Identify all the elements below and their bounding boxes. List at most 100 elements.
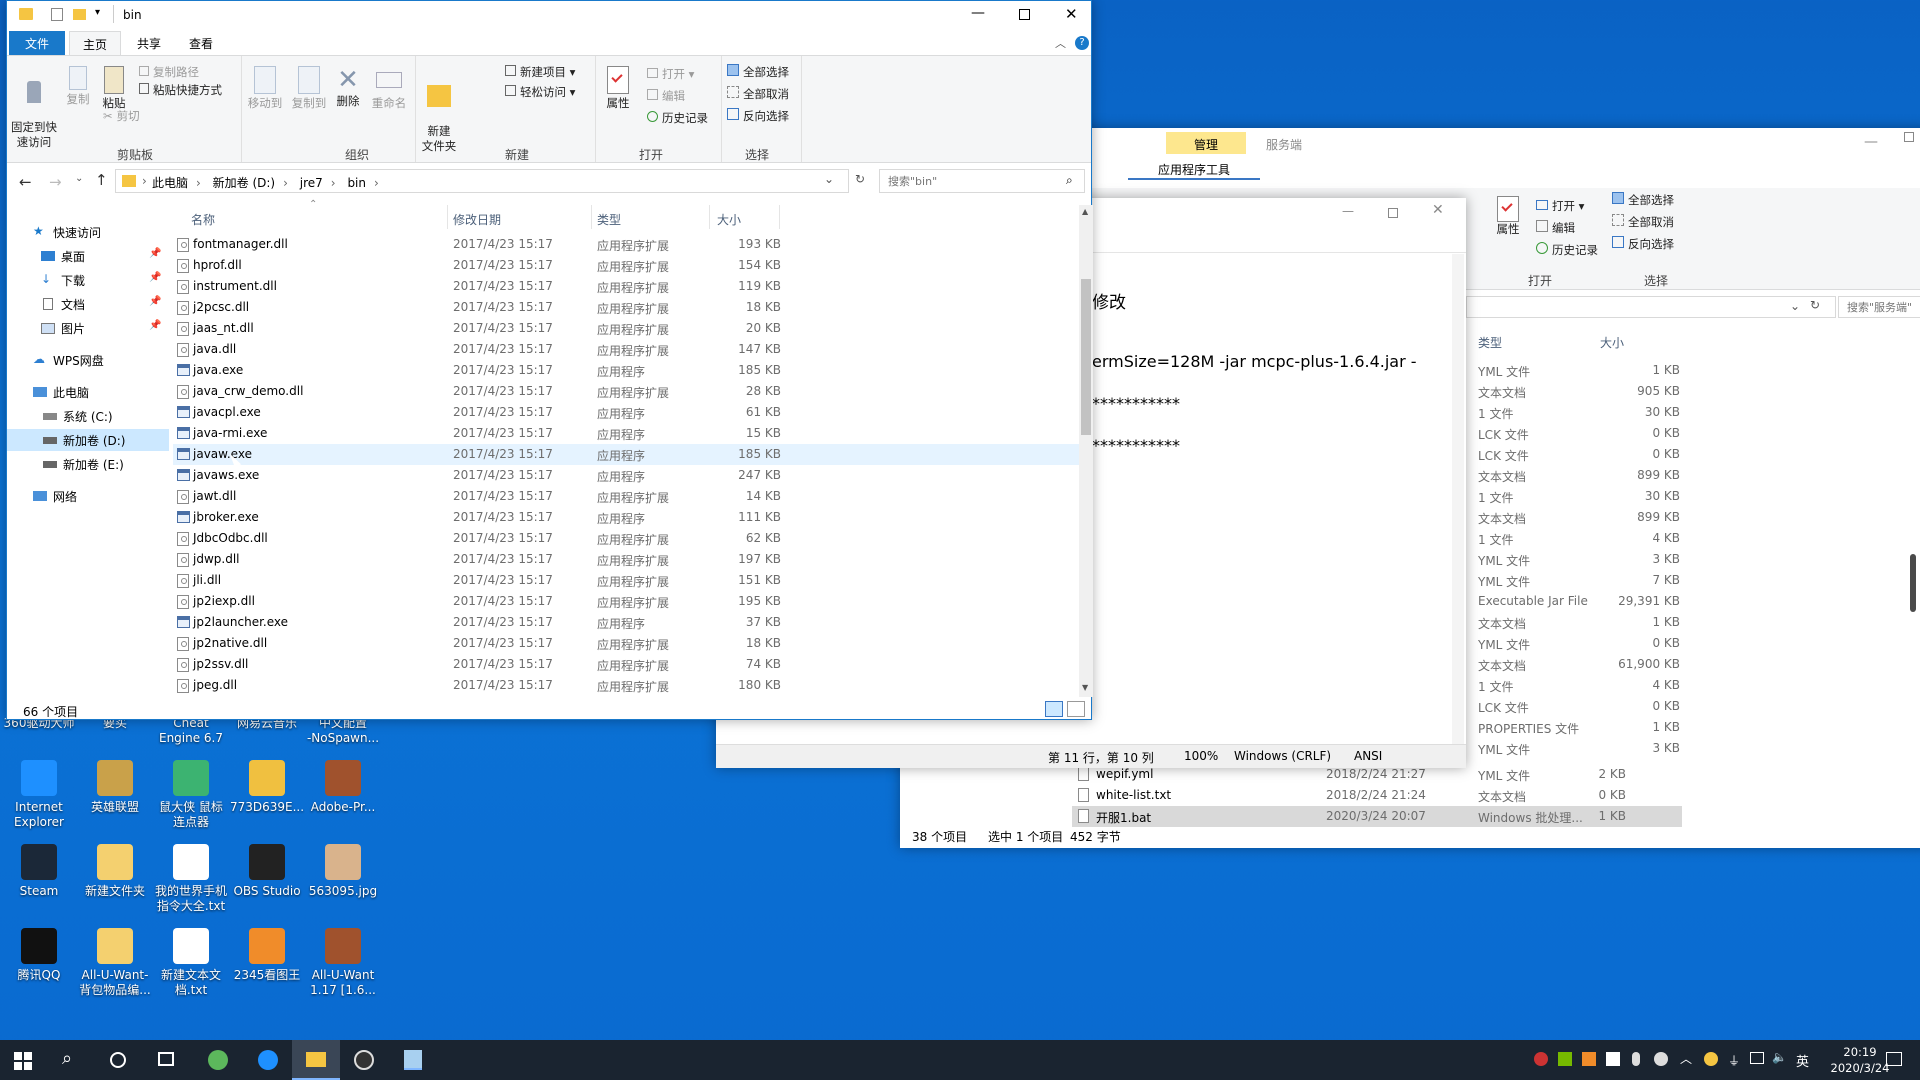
back-file-row[interactable]: 文本文档 1 KB <box>1470 612 1680 633</box>
tray-wechat-icon[interactable] <box>1704 1052 1718 1066</box>
address-bar[interactable]: › 此电脑 › 新加卷 (D:) › jre7 › bin › ⌄ <box>115 169 849 193</box>
rename-button[interactable]: 重命名 <box>369 66 409 111</box>
file-row[interactable]: jaas_nt.dll 2017/4/23 15:17 应用程序扩展 20 KB <box>173 318 1083 339</box>
nav-c-drive[interactable]: 系统 (C:) <box>7 405 169 427</box>
back-minimize-button[interactable]: — <box>1864 134 1878 150</box>
back-file-row[interactable]: 文本文档 899 KB <box>1470 507 1680 528</box>
desktop-icon[interactable]: Steam <box>0 844 78 899</box>
file-row[interactable]: jbroker.exe 2017/4/23 15:17 应用程序 111 KB <box>173 507 1083 528</box>
scrollbar-thumb[interactable] <box>1081 279 1091 435</box>
back-file-row[interactable]: YML 文件 3 KB <box>1470 738 1680 759</box>
move-to-button[interactable]: 移动到 <box>245 66 285 111</box>
back-properties-button[interactable]: 属性 <box>1490 196 1526 237</box>
forward-arrow-icon[interactable]: → <box>49 173 62 191</box>
back-address-dropdown-icon[interactable]: ⌄ <box>1790 299 1800 313</box>
file-row[interactable]: java.exe 2017/4/23 15:17 应用程序 185 KB <box>173 360 1083 381</box>
back-invert-button[interactable]: 反向选择 <box>1612 236 1674 252</box>
history-button[interactable]: 历史记录 <box>647 110 708 126</box>
desktop-icon[interactable]: 773D639E... <box>228 760 306 815</box>
desktop-icon-label[interactable]: Cheat Engine 6.7 <box>152 716 230 746</box>
file-row[interactable]: java_crw_demo.dll 2017/4/23 15:17 应用程序扩展 28… <box>173 381 1083 402</box>
up-arrow-icon[interactable]: ↑ <box>95 171 108 189</box>
notepad-maximize-button[interactable] <box>1388 208 1398 218</box>
pin-quick-access-button[interactable]: 固定到快 速访问 <box>11 66 57 150</box>
desktop-icon[interactable]: 英雄联盟 <box>76 760 154 815</box>
back-file-row[interactable]: 文本文档 905 KB <box>1470 381 1680 402</box>
nav-documents[interactable]: 文档 📌 <box>7 293 169 315</box>
front-explorer-window[interactable]: ▾ bin — ✕ 文件 主页 共享 查看 ︿ ? 固定到快 速访问 复制 粘贴… <box>6 0 1093 720</box>
select-none-button[interactable]: 全部取消 <box>727 86 789 102</box>
copy-to-button[interactable]: 复制到 <box>289 66 329 111</box>
start-windows-icon[interactable] <box>14 1052 32 1070</box>
column-size[interactable]: 大小 <box>717 211 741 228</box>
taskbar-obs-icon[interactable] <box>354 1050 374 1070</box>
nav-quick-access[interactable]: ★ 快速访问 <box>7 221 169 243</box>
back-file-row[interactable]: Executable Jar File 29,391 KB <box>1470 591 1680 612</box>
back-file-row[interactable]: 1 文件 4 KB <box>1470 528 1680 549</box>
paste-shortcut-button[interactable]: 粘贴快捷方式 <box>139 82 222 98</box>
back-scrollbar-thumb[interactable] <box>1910 554 1916 612</box>
tray-app-icon[interactable] <box>1582 1052 1596 1066</box>
scroll-down-icon[interactable]: ▼ <box>1082 683 1088 692</box>
new-folder-button[interactable]: 新建 文件夹 <box>419 66 459 154</box>
tray-gpu-icon[interactable] <box>1558 1052 1572 1066</box>
file-row[interactable]: jp2launcher.exe 2017/4/23 15:17 应用程序 37 KB <box>173 612 1083 633</box>
tray-ime-indicator[interactable]: 英 <box>1796 1051 1809 1070</box>
back-edit-button[interactable]: 编辑 <box>1536 220 1575 236</box>
taskbar-notepad-icon[interactable] <box>404 1050 422 1070</box>
back-file-row[interactable]: 文本文档 899 KB <box>1470 465 1680 486</box>
tray-usb-icon[interactable]: ⏚ <box>1728 1052 1740 1069</box>
back-file-row[interactable]: LCK 文件 0 KB <box>1470 444 1680 465</box>
file-row[interactable]: hprof.dll 2017/4/23 15:17 应用程序扩展 154 KB <box>173 255 1083 276</box>
search-input[interactable] <box>888 171 1058 191</box>
desktop-icon[interactable]: 腾讯QQ <box>0 928 78 983</box>
file-row[interactable]: javacpl.exe 2017/4/23 15:17 应用程序 61 KB <box>173 402 1083 423</box>
back-file-row[interactable]: PROPERTIES 文件 1 KB <box>1470 717 1680 738</box>
file-row[interactable]: jp2iexp.dll 2017/4/23 15:17 应用程序扩展 195 KB <box>173 591 1083 612</box>
back-col-type[interactable]: 类型 <box>1478 334 1502 351</box>
minimize-button[interactable]: — <box>971 5 985 21</box>
desktop-icon[interactable]: Adobe-Pr... <box>304 760 382 815</box>
tray-network-icon[interactable] <box>1750 1052 1764 1064</box>
back-open-button[interactable]: 打开 ▾ <box>1536 198 1584 214</box>
desktop-icon[interactable]: 我的世界手机 指令大全.txt <box>152 844 230 914</box>
tray-steam-icon[interactable] <box>1654 1052 1668 1066</box>
tab-file[interactable]: 文件 <box>9 31 65 55</box>
back-file-row[interactable]: LCK 文件 0 KB <box>1470 696 1680 717</box>
file-row[interactable]: jp2native.dll 2017/4/23 15:17 应用程序扩展 18 KB <box>173 633 1083 654</box>
back-file-row[interactable]: LCK 文件 0 KB <box>1470 423 1680 444</box>
desktop-icon[interactable]: 新建文件夹 <box>76 844 154 899</box>
desktop-icon[interactable]: Internet Explorer <box>0 760 78 830</box>
desktop-icon[interactable]: 鼠大侠 鼠标 连点器 <box>152 760 230 830</box>
nav-downloads[interactable]: ↓ 下载 📌 <box>7 269 169 291</box>
open-button[interactable]: 打开 ▾ <box>647 66 694 82</box>
desktop-icon[interactable]: 新建文本文 档.txt <box>152 928 230 998</box>
properties-quick-icon[interactable] <box>51 8 63 21</box>
search-icon[interactable]: ⌕ <box>1066 173 1073 188</box>
nav-desktop[interactable]: 桌面 📌 <box>7 245 169 267</box>
notepad-close-button[interactable]: ✕ <box>1432 202 1444 218</box>
file-row[interactable]: jli.dll 2017/4/23 15:17 应用程序扩展 151 KB <box>173 570 1083 591</box>
task-view-icon[interactable] <box>158 1052 174 1066</box>
back-file-row[interactable]: 1 文件 30 KB <box>1470 486 1680 507</box>
nav-d-drive[interactable]: 新加卷 (D:) <box>7 429 169 451</box>
tray-app-icon[interactable] <box>1534 1052 1548 1066</box>
search-box[interactable]: ⌕ <box>879 169 1085 193</box>
tab-app-tools[interactable]: 应用程序工具 <box>1128 156 1260 180</box>
quick-access-dropdown-icon[interactable]: ▾ <box>95 7 100 18</box>
breadcrumb-jre7[interactable]: jre7 <box>300 176 323 190</box>
file-row[interactable]: jpeg.dll 2017/4/23 15:17 应用程序扩展 180 KB <box>173 675 1083 696</box>
properties-button[interactable]: 属性 <box>601 66 635 111</box>
refresh-icon[interactable]: ↻ <box>855 172 865 186</box>
notepad-scrollbar[interactable] <box>1452 254 1464 744</box>
easy-access-button[interactable]: 轻松访问 ▾ <box>505 84 575 100</box>
new-folder-quick-icon[interactable] <box>73 9 86 20</box>
nav-e-drive[interactable]: 新加卷 (E:) <box>7 453 169 475</box>
address-dropdown-icon[interactable]: ⌄ <box>824 172 834 186</box>
column-date[interactable]: 修改日期 <box>453 211 501 228</box>
cortana-icon[interactable] <box>110 1052 126 1068</box>
tray-microphone-icon[interactable] <box>1632 1052 1640 1066</box>
back-search-input[interactable] <box>1838 296 1920 318</box>
scroll-up-icon[interactable]: ▲ <box>1082 207 1088 216</box>
details-view-icon[interactable] <box>1045 701 1063 717</box>
